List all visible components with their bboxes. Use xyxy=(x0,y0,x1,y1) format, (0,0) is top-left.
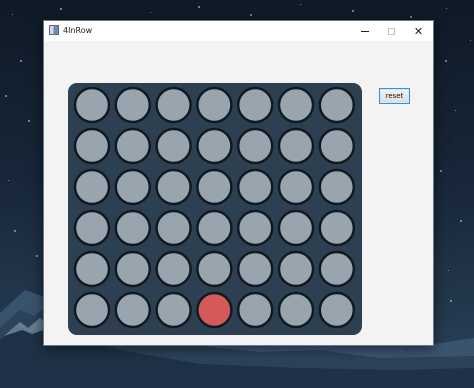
star-dot xyxy=(352,10,354,12)
board-cell-empty[interactable] xyxy=(277,168,315,206)
board-cell-empty[interactable] xyxy=(277,127,315,165)
minimize-button[interactable] xyxy=(351,21,378,41)
board-cell-empty[interactable] xyxy=(318,291,355,329)
star-dot xyxy=(446,8,447,9)
star-dot xyxy=(455,110,456,111)
board-cell-empty[interactable] xyxy=(73,291,111,329)
board-cell-empty[interactable] xyxy=(155,291,192,329)
board-cell-empty[interactable] xyxy=(114,127,152,165)
game-board xyxy=(68,83,362,335)
star-dot xyxy=(440,170,442,172)
star-dot xyxy=(470,40,471,41)
board-cell-empty[interactable] xyxy=(155,250,192,288)
board-cell-empty[interactable] xyxy=(318,127,355,165)
board-cell-empty[interactable] xyxy=(73,127,111,165)
reset-button[interactable]: reset xyxy=(379,88,410,104)
board-cell-empty[interactable] xyxy=(114,86,152,124)
board-cell-empty[interactable] xyxy=(277,291,315,329)
title-bar[interactable]: 4InRow ✕ xyxy=(44,21,433,41)
window-content: reset xyxy=(44,41,433,345)
board-grid xyxy=(73,86,355,329)
star-dot xyxy=(8,180,9,181)
board-cell-empty[interactable] xyxy=(318,250,355,288)
star-dot xyxy=(300,4,301,5)
board-cell-empty[interactable] xyxy=(196,127,233,165)
board-cell-empty[interactable] xyxy=(196,250,233,288)
board-cell-empty[interactable] xyxy=(318,86,355,124)
maximize-icon xyxy=(388,27,395,35)
board-cell-empty[interactable] xyxy=(236,127,274,165)
star-dot xyxy=(445,60,447,62)
maximize-button[interactable] xyxy=(378,21,405,41)
star-dot xyxy=(198,6,200,8)
board-cell-empty[interactable] xyxy=(236,209,274,247)
board-cell-empty[interactable] xyxy=(155,127,192,165)
board-cell-empty[interactable] xyxy=(196,86,233,124)
board-cell-empty[interactable] xyxy=(155,209,192,247)
board-cell-empty[interactable] xyxy=(277,86,315,124)
star-dot xyxy=(5,95,7,97)
app-window: 4InRow ✕ reset xyxy=(43,20,434,346)
star-dot xyxy=(20,60,22,62)
star-dot xyxy=(12,14,13,15)
board-cell-empty[interactable] xyxy=(277,209,315,247)
board-cell-empty[interactable] xyxy=(155,168,192,206)
app-window-icon xyxy=(49,25,59,35)
star-dot xyxy=(410,16,412,18)
close-icon: ✕ xyxy=(413,24,424,38)
board-cell-empty[interactable] xyxy=(196,209,233,247)
star-dot xyxy=(28,120,30,122)
board-cell-empty[interactable] xyxy=(73,86,111,124)
board-cell-empty[interactable] xyxy=(236,168,274,206)
close-button[interactable]: ✕ xyxy=(405,21,432,41)
board-cell-empty[interactable] xyxy=(196,168,233,206)
board-cell-red-disc[interactable] xyxy=(196,291,233,329)
board-cell-empty[interactable] xyxy=(236,86,274,124)
star-dot xyxy=(250,14,252,16)
board-cell-empty[interactable] xyxy=(73,209,111,247)
board-cell-empty[interactable] xyxy=(73,168,111,206)
star-dot xyxy=(150,12,151,13)
board-cell-empty[interactable] xyxy=(114,250,152,288)
board-cell-empty[interactable] xyxy=(155,86,192,124)
board-cell-empty[interactable] xyxy=(318,168,355,206)
board-cell-empty[interactable] xyxy=(318,209,355,247)
board-cell-empty[interactable] xyxy=(114,209,152,247)
minimize-icon xyxy=(360,30,369,32)
board-cell-empty[interactable] xyxy=(73,250,111,288)
board-cell-empty[interactable] xyxy=(236,250,274,288)
star-dot xyxy=(60,8,62,10)
board-cell-empty[interactable] xyxy=(114,168,152,206)
board-cell-empty[interactable] xyxy=(236,291,274,329)
board-cell-empty[interactable] xyxy=(114,291,152,329)
board-cell-empty[interactable] xyxy=(277,250,315,288)
window-title: 4InRow xyxy=(63,26,93,35)
